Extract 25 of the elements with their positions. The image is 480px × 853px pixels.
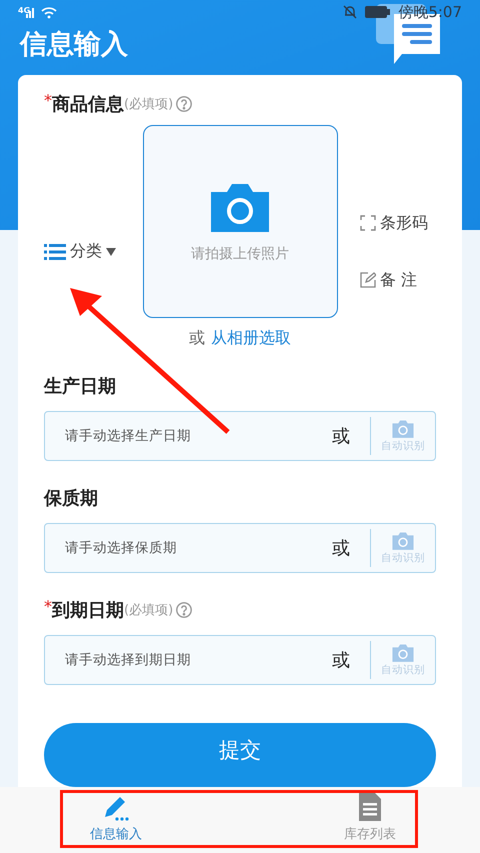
or-text: 或 [189, 328, 205, 349]
or-text: 或 [332, 425, 350, 448]
required-asterisk: * [44, 597, 52, 616]
or-text: 或 [332, 537, 350, 560]
date-field[interactable]: 请手动选择生产日期 或 自动识别 [44, 411, 436, 461]
submit-button[interactable]: 提交 [44, 723, 436, 787]
note-button[interactable]: 备 注 [360, 270, 418, 290]
category-dropdown[interactable]: 分类 [44, 241, 116, 262]
field-label: 商品信息 [52, 93, 124, 116]
or-text: 或 [332, 649, 350, 672]
field-label: 生产日期 [44, 375, 116, 398]
date-field[interactable]: 请手动选择保质期 或 自动识别 [44, 523, 436, 573]
date-field[interactable]: 请手动选择到期日期 或 自动识别 [44, 635, 436, 685]
page-title: 信息输入 [20, 28, 128, 62]
album-link[interactable]: 从相册选取 [211, 328, 291, 349]
required-hint: (必填项) [124, 602, 174, 619]
barcode-button[interactable]: 条形码 [360, 212, 428, 234]
photo-upload-button[interactable]: 请拍摄上传照片 [142, 125, 338, 318]
field-label: 到期日期 [52, 599, 124, 622]
field-label: 保质期 [44, 487, 98, 510]
required-asterisk: * [44, 91, 52, 110]
tab[interactable]: 库存列表 [344, 787, 396, 853]
network-label: 4G [18, 6, 30, 15]
tab[interactable]: 信息输入 [90, 787, 142, 853]
required-hint: (必填项) [124, 96, 174, 113]
